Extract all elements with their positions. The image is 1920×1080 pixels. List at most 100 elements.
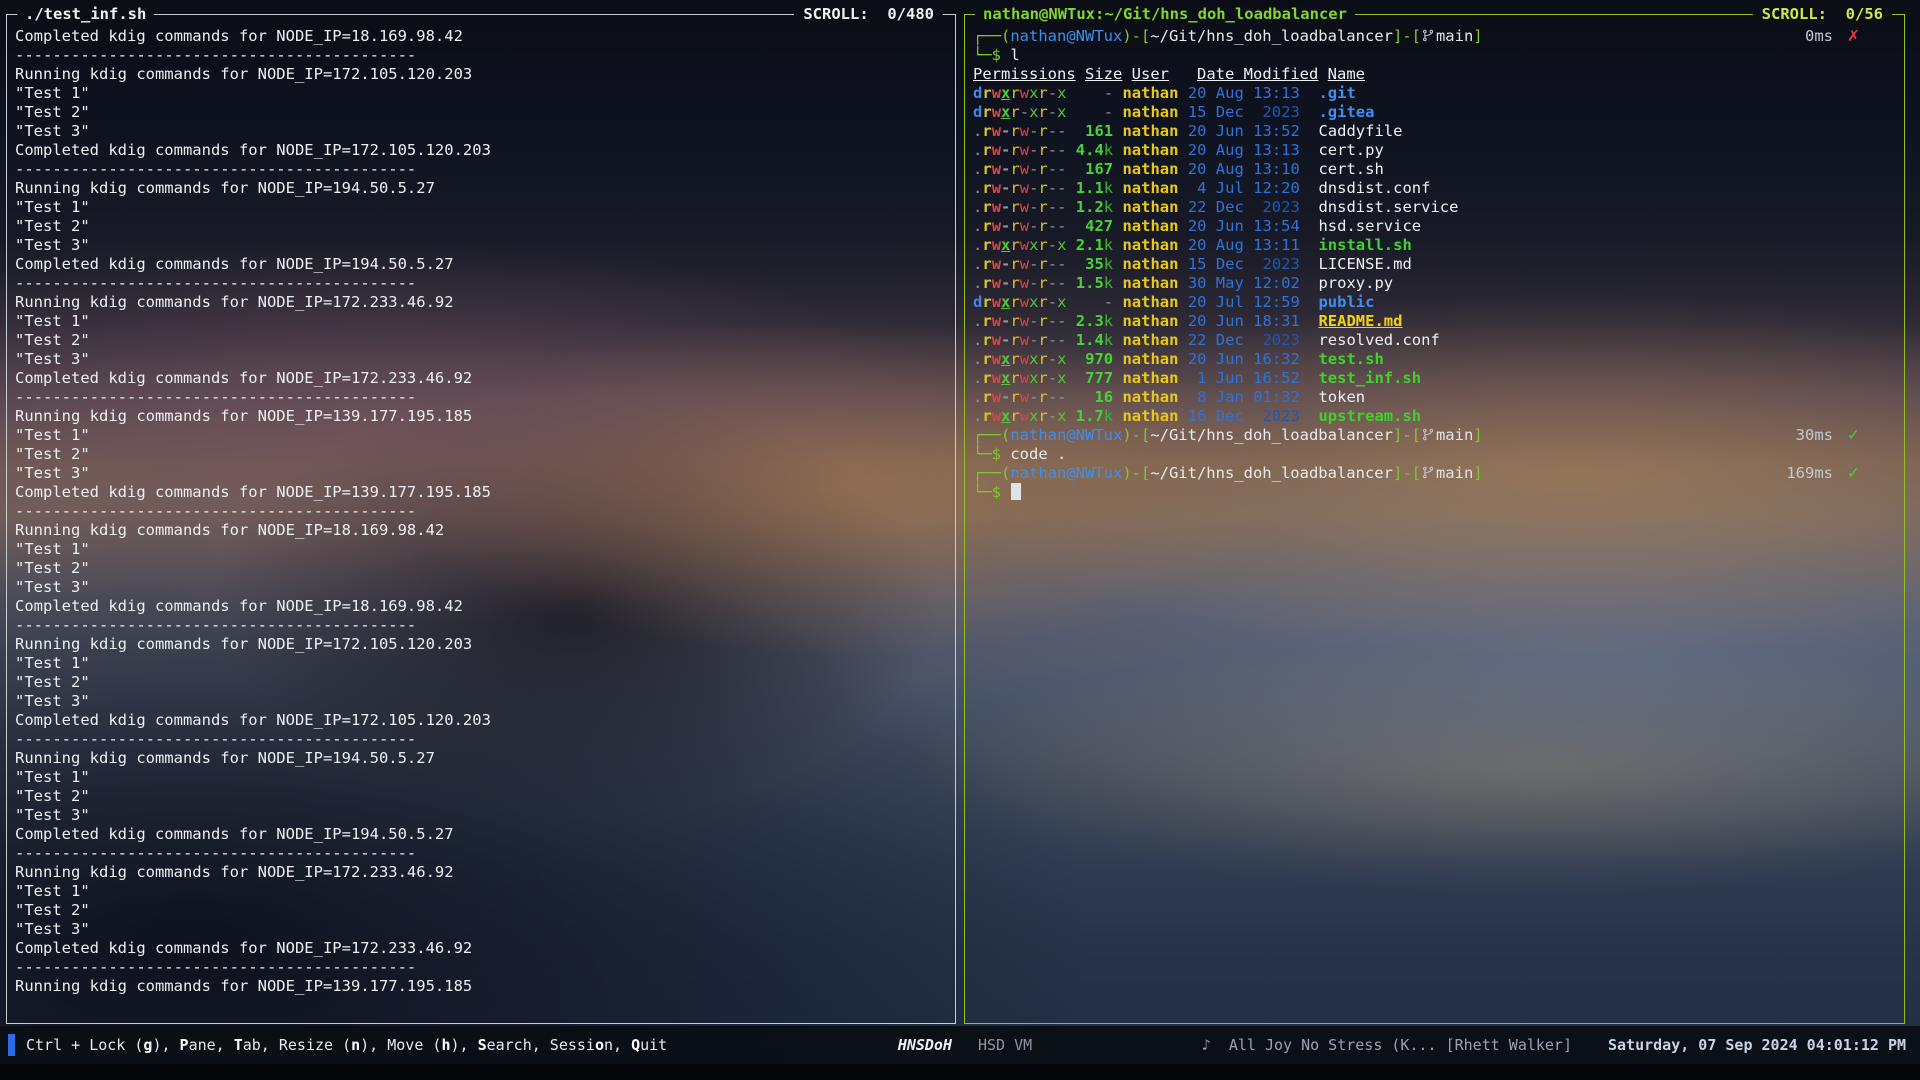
terminal-line: "Test 1" bbox=[15, 312, 950, 331]
terminal-line: "Test 2" bbox=[15, 217, 950, 236]
terminal-line: "Test 3" bbox=[15, 692, 950, 711]
bottom-strip bbox=[0, 1064, 1920, 1080]
terminal-line: Running kdig commands for NODE_IP=139.17… bbox=[15, 977, 950, 996]
border-segment bbox=[6, 14, 17, 15]
terminal-line: ----------------------------------------… bbox=[15, 502, 950, 521]
terminal-line: "Test 2" bbox=[15, 787, 950, 806]
border-segment bbox=[1892, 14, 1905, 15]
command-duration-status: 169ms✓ bbox=[1786, 464, 1860, 483]
terminal-line: ----------------------------------------… bbox=[15, 274, 950, 293]
file-row: .rw-rw-r-- 1.1k nathan 4 Jul 12:20 dnsdi… bbox=[973, 179, 1899, 198]
terminal-line: Completed kdig commands for NODE_IP=18.1… bbox=[15, 27, 950, 46]
file-row: .rw-rw-r-- 167 nathan 20 Aug 13:10 cert.… bbox=[973, 160, 1899, 179]
terminal-line: "Test 1" bbox=[15, 426, 950, 445]
terminal-line: ----------------------------------------… bbox=[15, 730, 950, 749]
terminal-line: ----------------------------------------… bbox=[15, 160, 950, 179]
terminal-line: ----------------------------------------… bbox=[15, 616, 950, 635]
terminal-line: "Test 3" bbox=[15, 464, 950, 483]
border-segment bbox=[943, 14, 956, 15]
file-row: drwxr-xr-x - nathan 15 Dec 2023 .gitea bbox=[973, 103, 1899, 122]
file-row: .rwxrwxr-x 970 nathan 20 Jun 16:32 test.… bbox=[973, 350, 1899, 369]
terminal-line: Running kdig commands for NODE_IP=172.23… bbox=[15, 293, 950, 312]
terminal-line: "Test 2" bbox=[15, 331, 950, 350]
left-scroll-indicator: SCROLL: 0/480 bbox=[803, 5, 934, 23]
terminal-line: Completed kdig commands for NODE_IP=172.… bbox=[15, 711, 950, 730]
git-branch-icon bbox=[1422, 427, 1435, 447]
terminal-line: "Test 3" bbox=[15, 122, 950, 141]
terminal-line: "Test 2" bbox=[15, 103, 950, 122]
terminal-line: Running kdig commands for NODE_IP=172.10… bbox=[15, 65, 950, 84]
file-row: .rwxrwxr-x 777 nathan 1 Jun 16:52 test_i… bbox=[973, 369, 1899, 388]
border-segment bbox=[964, 14, 975, 15]
file-row: drwxrwxr-x - nathan 20 Aug 13:13 .git bbox=[973, 84, 1899, 103]
border-segment bbox=[154, 14, 794, 15]
left-pane-title: ./test_inf.sh bbox=[25, 5, 146, 23]
terminal-line: "Test 2" bbox=[15, 559, 950, 578]
now-playing: ♪ All Joy No Stress (K... [Rhett Walker] bbox=[1202, 1034, 1572, 1056]
terminal-line: Running kdig commands for NODE_IP=194.50… bbox=[15, 179, 950, 198]
terminal-line: Completed kdig commands for NODE_IP=172.… bbox=[15, 141, 950, 160]
terminal-line: "Test 1" bbox=[15, 882, 950, 901]
file-row: .rw-rw-r-- 161 nathan 20 Jun 13:52 Caddy… bbox=[973, 122, 1899, 141]
terminal-line: Running kdig commands for NODE_IP=172.10… bbox=[15, 635, 950, 654]
file-row: .rw-rw-r-- 1.2k nathan 22 Dec 2023 dnsdi… bbox=[973, 198, 1899, 217]
terminal-line: Completed kdig commands for NODE_IP=139.… bbox=[15, 483, 950, 502]
terminal-line: "Test 2" bbox=[15, 673, 950, 692]
terminal-line: ----------------------------------------… bbox=[15, 958, 950, 977]
file-row: .rw-rw-r-- 2.3k nathan 20 Jun 18:31 READ… bbox=[973, 312, 1899, 331]
terminal-line: "Test 1" bbox=[15, 540, 950, 559]
command-duration-status: 0ms✗ bbox=[1805, 27, 1860, 46]
left-pane-body: Completed kdig commands for NODE_IP=18.1… bbox=[15, 27, 950, 1021]
command-duration-status: 30ms✓ bbox=[1796, 426, 1860, 445]
file-row: .rw-rw-r-- 1.5k nathan 30 May 12:02 prox… bbox=[973, 274, 1899, 293]
file-row: .rwxrwxr-x 2.1k nathan 20 Aug 13:11 inst… bbox=[973, 236, 1899, 255]
file-row: .rw-rw-r-- 427 nathan 20 Jun 13:54 hsd.s… bbox=[973, 217, 1899, 236]
git-branch-icon bbox=[1422, 465, 1435, 485]
border-segment bbox=[1355, 14, 1753, 15]
clock-datetime: Saturday, 07 Sep 2024 04:01:12 PM bbox=[1608, 1034, 1906, 1056]
terminal-line: ----------------------------------------… bbox=[15, 844, 950, 863]
prompt-command-line: └─$ bbox=[973, 483, 1899, 502]
keybinding-hints: Ctrl + Lock (g), Pane, Tab, Resize (n), … bbox=[26, 1034, 667, 1056]
terminal-line: "Test 3" bbox=[15, 806, 950, 825]
prompt-command-line: └─$ code . bbox=[973, 445, 1899, 464]
terminal-line: ----------------------------------------… bbox=[15, 388, 950, 407]
terminal-screen: ./test_inf.sh SCROLL: 0/480 Completed kd… bbox=[0, 0, 1920, 1080]
prompt-command-line: └─$ l bbox=[973, 46, 1899, 65]
file-row: drwxrwxr-x - nathan 20 Jul 12:59 public bbox=[973, 293, 1899, 312]
music-note-icon: ♪ bbox=[1202, 1036, 1211, 1054]
file-row: .rw-rw-r-- 1.4k nathan 22 Dec 2023 resol… bbox=[973, 331, 1899, 350]
terminal-line: "Test 3" bbox=[15, 350, 950, 369]
terminal-line: Completed kdig commands for NODE_IP=194.… bbox=[15, 825, 950, 844]
right-pane-title: nathan@NWTux:~/Git/hns_doh_loadbalancer bbox=[983, 5, 1347, 23]
pane-test-inf-script[interactable]: ./test_inf.sh SCROLL: 0/480 Completed kd… bbox=[6, 5, 956, 1024]
terminal-line: "Test 2" bbox=[15, 445, 950, 464]
terminal-line: "Test 1" bbox=[15, 198, 950, 217]
file-row: .rwxrwxr-x 1.7k nathan 16 Dec 2023 upstr… bbox=[973, 407, 1899, 426]
terminal-line: Running kdig commands for NODE_IP=18.169… bbox=[15, 521, 950, 540]
terminal-line: Completed kdig commands for NODE_IP=172.… bbox=[15, 369, 950, 388]
terminal-line: Running kdig commands for NODE_IP=139.17… bbox=[15, 407, 950, 426]
terminal-line: Completed kdig commands for NODE_IP=18.1… bbox=[15, 597, 950, 616]
right-pane-body: ┌──(nathan@NWTux)-[~/Git/hns_doh_loadbal… bbox=[973, 27, 1899, 1021]
file-row: .rw-rw-r-- 4.4k nathan 20 Aug 13:13 cert… bbox=[973, 141, 1899, 160]
terminal-line: "Test 3" bbox=[15, 578, 950, 597]
git-branch-icon bbox=[1422, 28, 1435, 48]
prefix-indicator bbox=[8, 1034, 15, 1056]
right-pane-border-title: nathan@NWTux:~/Git/hns_doh_loadbalancer … bbox=[964, 5, 1905, 23]
pane-shell-session[interactable]: nathan@NWTux:~/Git/hns_doh_loadbalancer … bbox=[964, 5, 1905, 1024]
terminal-cursor bbox=[1011, 483, 1021, 500]
terminal-line: Running kdig commands for NODE_IP=194.50… bbox=[15, 749, 950, 768]
session-name-label: HNSDoH bbox=[898, 1034, 952, 1056]
terminal-line: "Test 1" bbox=[15, 654, 950, 673]
prompt-header-line: ┌──(nathan@NWTux)-[~/Git/hns_doh_loadbal… bbox=[973, 27, 1899, 46]
left-pane-border-title: ./test_inf.sh SCROLL: 0/480 bbox=[6, 5, 956, 23]
terminal-line: Completed kdig commands for NODE_IP=194.… bbox=[15, 255, 950, 274]
file-row: .rw-rw-r-- 16 nathan 8 Jan 01:32 token bbox=[973, 388, 1899, 407]
terminal-line: "Test 1" bbox=[15, 84, 950, 103]
terminal-line: "Test 1" bbox=[15, 768, 950, 787]
terminal-line: ----------------------------------------… bbox=[15, 46, 950, 65]
host-label: HSD VM bbox=[978, 1034, 1032, 1056]
terminal-line: "Test 3" bbox=[15, 236, 950, 255]
terminal-line: Completed kdig commands for NODE_IP=172.… bbox=[15, 939, 950, 958]
